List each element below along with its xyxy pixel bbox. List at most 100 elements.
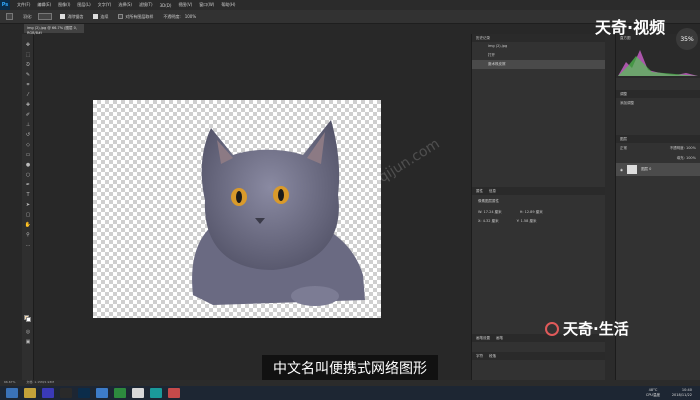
type-tool-icon[interactable]: T	[24, 192, 32, 198]
shape-tool-icon[interactable]: ▢	[24, 212, 32, 218]
properties-subtitle: 像素图层属性	[478, 199, 499, 203]
brush-tool-icon[interactable]: ✐	[24, 112, 32, 118]
antialias-checkbox[interactable]	[60, 14, 66, 19]
menu-file[interactable]: 文件(F)	[17, 2, 30, 8]
dodge-tool-icon[interactable]: ○	[24, 172, 32, 178]
history-brush-icon[interactable]: ↺	[24, 132, 32, 138]
menu-help[interactable]: 帮助(H)	[221, 2, 235, 8]
healing-tool-icon[interactable]: ✚	[24, 102, 32, 108]
document-tab[interactable]: img (2).jpg @ 66.7% (图层 0, RGB/8#)	[24, 24, 84, 35]
store-icon[interactable]	[150, 388, 162, 398]
history-item-magic-eraser[interactable]: 魔术橡皮擦	[472, 60, 605, 69]
y-value[interactable]: Y: 1.58 厘米	[517, 219, 537, 224]
media-icon[interactable]	[168, 388, 180, 398]
character-panel-header: 字符 段落	[472, 352, 605, 360]
menu-bar: Ps 文件(F) 编辑(E) 图像(I) 图层(L) 文字(Y) 选择(S) 滤…	[0, 0, 700, 10]
adjustments-tab[interactable]: 调整	[620, 92, 627, 96]
crop-tool-icon[interactable]: ⌗	[24, 82, 32, 88]
gradient-tool-icon[interactable]: ▭	[24, 152, 32, 158]
layers-tab[interactable]: 图层	[620, 137, 627, 141]
contiguous-checkbox[interactable]	[93, 14, 99, 19]
stamp-tool-icon[interactable]: ⊥	[24, 122, 32, 128]
system-clock[interactable]: 10:40 2018/11/22	[672, 388, 692, 398]
adjustments-header: 调整	[616, 90, 700, 98]
quick-mask-icon[interactable]: ◎	[24, 329, 32, 335]
history-panel-header: 历史记录	[472, 34, 605, 42]
menu-window[interactable]: 窗口(W)	[199, 2, 214, 8]
cat-image	[192, 120, 365, 306]
video-subtitle: 中文名叫便携式网络图形	[262, 355, 438, 380]
status-doc-size: 文档: 1.15M/1.93M	[26, 380, 54, 384]
history-item-open[interactable]: 打开	[472, 51, 605, 60]
layer-row[interactable]: ◉ 图层 0	[616, 163, 700, 176]
zoom-tool-icon[interactable]: ⚲	[24, 232, 32, 238]
taskbar: 48°C CPU温度 10:40 2018/11/22	[0, 386, 700, 400]
layer-fill[interactable]: 填充: 100%	[616, 154, 700, 163]
feather-input[interactable]	[38, 13, 53, 20]
paragraph-tab[interactable]: 段落	[489, 354, 496, 358]
menu-layer[interactable]: 图层(L)	[77, 2, 90, 8]
sample-all-checkbox[interactable]	[118, 14, 124, 19]
brand-watermark-top: 天奇·视频	[595, 18, 666, 37]
eyedropper-tool-icon[interactable]: ⁄	[24, 92, 32, 98]
brush-tab[interactable]: 画笔	[496, 336, 503, 340]
brand-bottom-text: 天奇·生活	[563, 320, 629, 338]
photoshop-task-icon[interactable]	[78, 388, 90, 398]
background-color-swatch[interactable]	[26, 317, 31, 322]
document-canvas[interactable]	[93, 100, 381, 318]
tool-preset-picker[interactable]	[6, 13, 13, 20]
character-tab[interactable]: 字符	[476, 354, 483, 358]
menu-type[interactable]: 文字(Y)	[98, 2, 112, 8]
explorer-icon[interactable]	[24, 388, 36, 398]
info-tab[interactable]: 信息	[489, 189, 496, 193]
marquee-tool-icon[interactable]: ⬚	[24, 52, 32, 58]
word-icon[interactable]	[96, 388, 108, 398]
antialias-label: 消除锯齿	[67, 13, 84, 19]
chrome-icon[interactable]	[132, 388, 144, 398]
history-tab[interactable]: 历史记录	[476, 36, 490, 40]
opacity-value[interactable]: 100%	[185, 14, 196, 19]
layer-opacity[interactable]: 不透明度: 100%	[670, 146, 696, 151]
eye-icon[interactable]: ◉	[620, 168, 623, 172]
path-select-icon[interactable]: ➤	[24, 202, 32, 208]
blend-mode-select[interactable]: 正常	[620, 146, 627, 151]
layer-name[interactable]: 图层 0	[641, 167, 651, 172]
app-icon[interactable]	[60, 388, 72, 398]
screen-mode-icon[interactable]: ▣	[24, 339, 32, 345]
menu-image[interactable]: 图像(I)	[58, 2, 70, 8]
tools-panel: ✥ ⬚ ᘐ ✎ ⌗ ⁄ ✚ ✐ ⊥ ↺ ◇ ▭ ● ○ ✒ T ➤ ▢ ✋ ⚲ …	[22, 34, 34, 380]
excel-icon[interactable]	[114, 388, 126, 398]
photoshop-window: Ps 文件(F) 编辑(E) 图像(I) 图层(L) 文字(Y) 选择(S) 滤…	[0, 0, 700, 400]
layer-thumbnail	[627, 165, 638, 174]
quick-select-tool-icon[interactable]: ✎	[24, 72, 32, 78]
blur-tool-icon[interactable]: ●	[24, 162, 32, 168]
properties-tab[interactable]: 属性	[476, 189, 483, 193]
start-icon[interactable]	[6, 388, 18, 398]
clock-date: 2018/11/22	[671, 393, 692, 397]
photoshop-logo: Ps	[0, 0, 10, 10]
width-value[interactable]: W: 17.24 厘米	[478, 210, 502, 215]
more-tools-icon[interactable]: …	[24, 242, 32, 248]
lasso-tool-icon[interactable]: ᘐ	[24, 62, 32, 68]
pen-tool-icon[interactable]: ✒	[24, 182, 32, 188]
brand-watermark-bottom: 天奇·生活	[545, 318, 629, 339]
menu-view[interactable]: 视图(V)	[178, 2, 192, 8]
move-tool-icon[interactable]: ✥	[24, 42, 32, 48]
hand-tool-icon[interactable]: ✋	[24, 222, 32, 228]
menu-3d[interactable]: 3D(D)	[160, 3, 172, 8]
opacity-label: 不透明度:	[163, 13, 181, 19]
premiere-icon[interactable]	[42, 388, 54, 398]
eraser-tool-icon[interactable]: ◇	[24, 142, 32, 148]
menu-edit[interactable]: 编辑(E)	[37, 2, 51, 8]
history-snapshot[interactable]: img (2).jpg	[472, 42, 605, 51]
x-value[interactable]: X: 4.32 厘米	[478, 219, 499, 224]
menu-select[interactable]: 选择(S)	[118, 2, 132, 8]
height-value[interactable]: H: 12.89 厘米	[520, 210, 543, 215]
brush-settings-tab[interactable]: 画笔设置	[476, 336, 490, 340]
zoom-badge: 35%	[676, 28, 698, 50]
menu-filter[interactable]: 滤镜(T)	[139, 2, 153, 8]
status-zoom[interactable]: 66.67%	[4, 380, 15, 384]
adjustments-subtitle: 添加调整	[620, 101, 634, 105]
sample-all-label: 对所有图层取样	[125, 13, 154, 19]
feather-label: 羽化:	[23, 13, 33, 19]
